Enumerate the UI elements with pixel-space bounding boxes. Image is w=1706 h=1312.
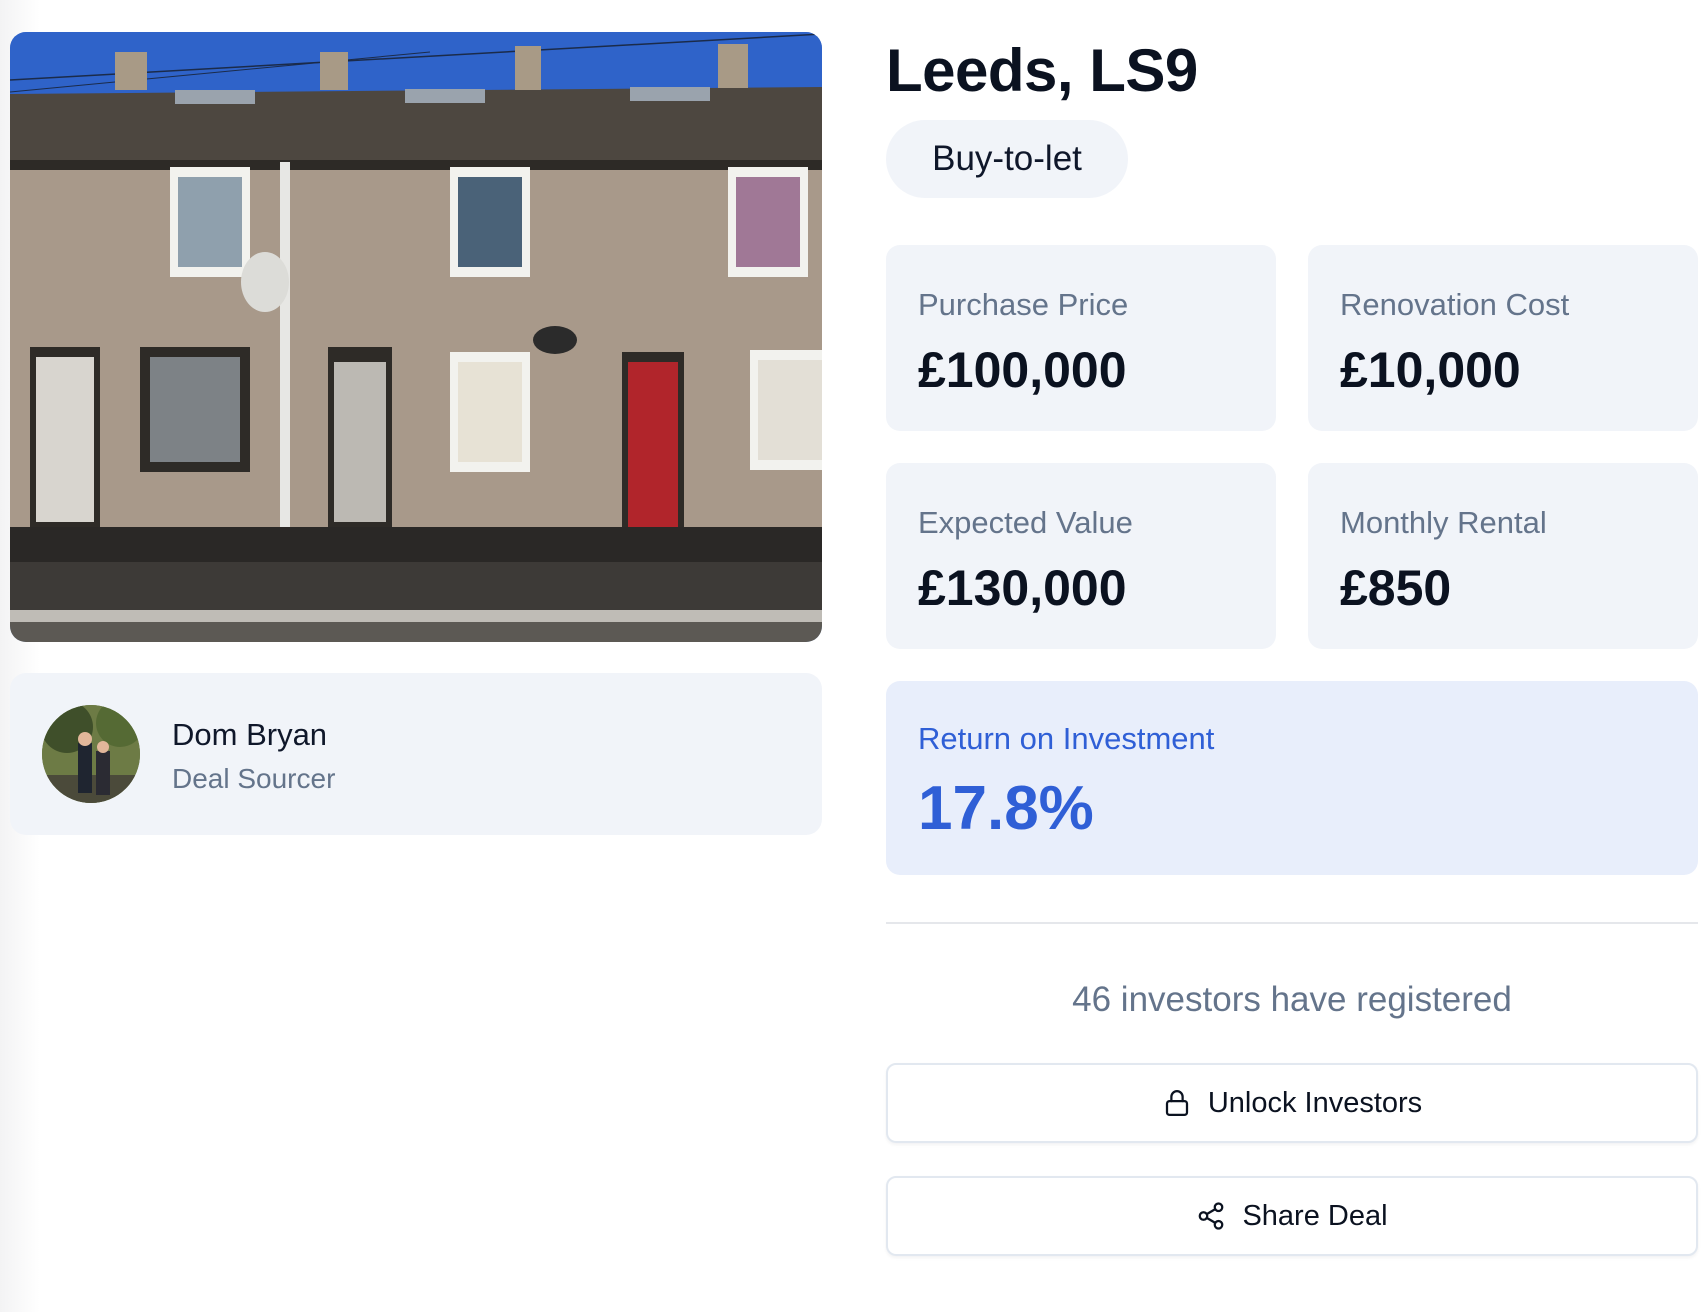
share-deal-button[interactable]: Share Deal	[886, 1176, 1698, 1256]
strategy-badge: Buy-to-let	[886, 120, 1128, 198]
roi-label: Return on Investment	[918, 721, 1215, 756]
property-photo	[10, 32, 822, 642]
roi-value: 17.8%	[918, 774, 1094, 843]
sourcer-card: Dom Bryan Deal Sourcer	[10, 673, 822, 835]
sourcer-role: Deal Sourcer	[172, 763, 336, 794]
unlock-investors-button[interactable]: Unlock Investors	[886, 1063, 1698, 1143]
share-icon	[1196, 1201, 1226, 1231]
unlock-investors-label: Unlock Investors	[1207, 1086, 1423, 1119]
stat-value: £100,000	[918, 342, 1127, 398]
lock-icon	[1162, 1088, 1192, 1118]
stat-expected-value: Expected Value £130,000	[886, 463, 1276, 649]
stat-label: Purchase Price	[918, 287, 1129, 322]
sourcer-name: Dom Bryan	[172, 717, 328, 752]
stat-renovation-cost: Renovation Cost £10,000	[1308, 245, 1698, 431]
investors-registered-text: 46 investors have registered	[1072, 980, 1512, 1019]
avatar	[42, 705, 140, 803]
divider	[886, 922, 1698, 924]
stat-purchase-price: Purchase Price £100,000	[886, 245, 1276, 431]
stat-value: £130,000	[918, 560, 1127, 616]
roi-card: Return on Investment 17.8%	[886, 681, 1698, 875]
stat-value: £10,000	[1340, 342, 1521, 398]
stat-label: Expected Value	[918, 505, 1133, 540]
share-deal-label: Share Deal	[1242, 1199, 1388, 1232]
stat-label: Monthly Rental	[1340, 505, 1547, 540]
stat-monthly-rental: Monthly Rental £850	[1308, 463, 1698, 649]
listing-title: Leeds, LS9	[886, 37, 1198, 104]
stat-value: £850	[1340, 560, 1452, 616]
stat-label: Renovation Cost	[1340, 287, 1570, 322]
